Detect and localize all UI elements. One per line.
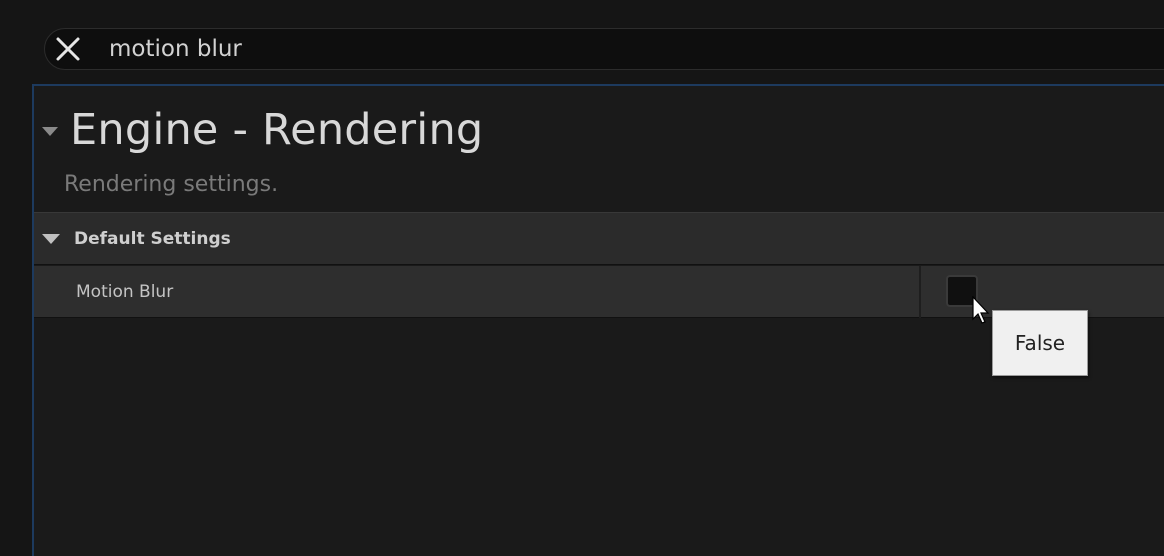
mouse-cursor-icon — [972, 296, 990, 324]
tooltip: False — [992, 310, 1088, 376]
category-title: Engine - Rendering — [70, 105, 484, 155]
search-bar — [44, 28, 1164, 70]
section-header-default-settings[interactable]: Default Settings — [34, 212, 1164, 265]
collapse-arrow-icon[interactable] — [42, 126, 58, 136]
tooltip-text: False — [1014, 331, 1066, 355]
category-header[interactable]: Engine - Rendering — [42, 104, 483, 156]
section-label: Default Settings — [74, 228, 231, 249]
expand-arrow-icon[interactable] — [42, 233, 60, 244]
setting-label: Motion Blur — [76, 282, 174, 302]
search-input[interactable] — [109, 33, 1009, 65]
close-icon[interactable] — [53, 34, 83, 64]
category-description: Rendering settings. — [64, 172, 279, 197]
column-divider[interactable] — [919, 266, 921, 318]
settings-window: Engine - Rendering Rendering settings. D… — [0, 0, 1164, 556]
